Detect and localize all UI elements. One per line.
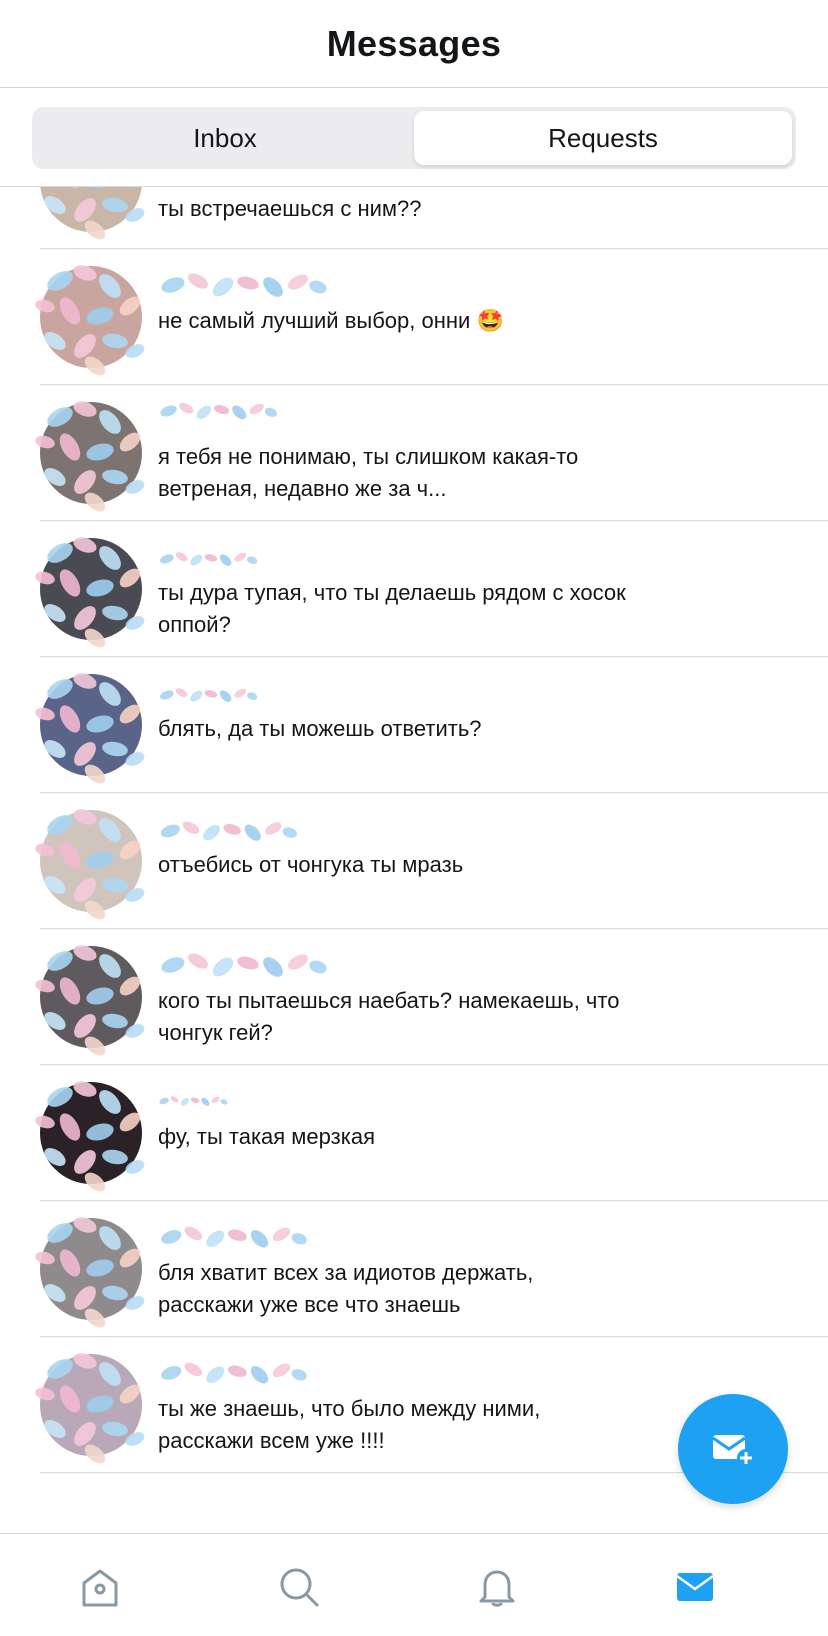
- avatar: [40, 402, 142, 504]
- sender-name-obscured: [159, 270, 328, 301]
- message-preview: ты встречаешься с ним??: [158, 196, 422, 221]
- tab-inbox[interactable]: Inbox: [36, 111, 414, 165]
- list-item[interactable]: ты встречаешься с ним??: [0, 187, 828, 249]
- top-bar: Messages: [0, 0, 828, 88]
- list-item[interactable]: отъебись от чонгука ты мразь: [0, 793, 828, 929]
- page-title: Messages: [326, 22, 502, 64]
- tab-requests[interactable]: Requests: [414, 111, 792, 165]
- avatar: [40, 1354, 142, 1456]
- tab-home[interactable]: [75, 1562, 125, 1612]
- search-icon: [280, 1568, 319, 1607]
- avatar: [40, 674, 142, 776]
- bottom-tab-bar: [0, 1533, 828, 1636]
- avatar: [40, 946, 142, 1048]
- sender-name-obscured: [159, 818, 298, 844]
- mail-icon: [676, 1573, 714, 1601]
- avatar: [40, 810, 142, 912]
- list-item[interactable]: блять, да ты можешь ответить?: [0, 657, 828, 793]
- new-message-button[interactable]: [678, 1394, 788, 1504]
- bell-icon: [479, 1570, 515, 1607]
- sender-name-obscured: [158, 400, 278, 422]
- segmented-control: Inbox Requests: [32, 107, 796, 169]
- home-icon: [82, 1569, 118, 1607]
- message-preview: бля хватит всех за идиотов держать, расс…: [158, 1260, 534, 1317]
- list-item[interactable]: я тебя не понимаю, ты слишком какая-то в…: [0, 385, 828, 521]
- avatar: [40, 187, 142, 232]
- message-preview: ты дура тупая, что ты делаешь рядом с хо…: [158, 580, 626, 637]
- avatar: [40, 538, 142, 640]
- segment-bar: Inbox Requests: [0, 89, 828, 187]
- list-item[interactable]: ты дура тупая, что ты делаешь рядом с хо…: [0, 521, 828, 657]
- tab-notifications[interactable]: [472, 1562, 522, 1612]
- sender-name-obscured: [159, 950, 328, 981]
- avatar: [40, 1082, 142, 1184]
- message-request-list: ты встречаешься с ним?? не самый лучший …: [0, 187, 828, 1533]
- sender-name-obscured: [159, 1360, 308, 1387]
- sender-name-obscured: [158, 1094, 228, 1108]
- list-item[interactable]: кого ты пытаешься наебать? намекаешь, чт…: [0, 929, 828, 1065]
- message-preview: я тебя не понимаю, ты слишком какая-то в…: [158, 444, 579, 501]
- list-item[interactable]: бля хватит всех за идиотов держать, расс…: [0, 1201, 828, 1337]
- message-preview: ты же знаешь, что было между ними, расск…: [158, 1396, 541, 1453]
- list-item[interactable]: фу, ты такая мерзкая: [0, 1065, 828, 1201]
- sender-name-obscured: [158, 550, 258, 569]
- sender-name-obscured: [159, 1224, 308, 1251]
- compose-message-icon: [712, 1435, 755, 1467]
- avatar: [40, 266, 142, 368]
- message-preview: не самый лучший выбор, онни 🤩: [158, 308, 504, 333]
- tab-search[interactable]: [274, 1562, 324, 1612]
- message-preview: кого ты пытаешься наебать? намекаешь, чт…: [158, 988, 620, 1045]
- message-preview: отъебись от чонгука ты мразь: [158, 852, 464, 877]
- message-preview: блять, да ты можешь ответить?: [158, 716, 482, 741]
- list-item[interactable]: не самый лучший выбор, онни 🤩: [0, 249, 828, 385]
- tab-messages[interactable]: [670, 1562, 720, 1612]
- avatar: [40, 1218, 142, 1320]
- sender-name-obscured: [158, 686, 258, 705]
- message-preview: фу, ты такая мерзкая: [158, 1124, 376, 1149]
